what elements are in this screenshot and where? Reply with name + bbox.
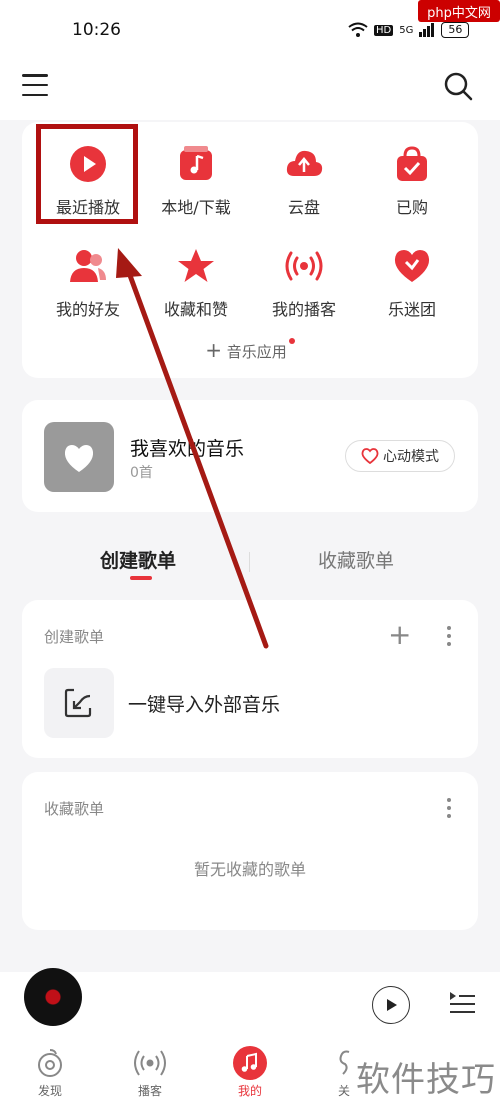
annotation-arrow: [116, 248, 269, 649]
